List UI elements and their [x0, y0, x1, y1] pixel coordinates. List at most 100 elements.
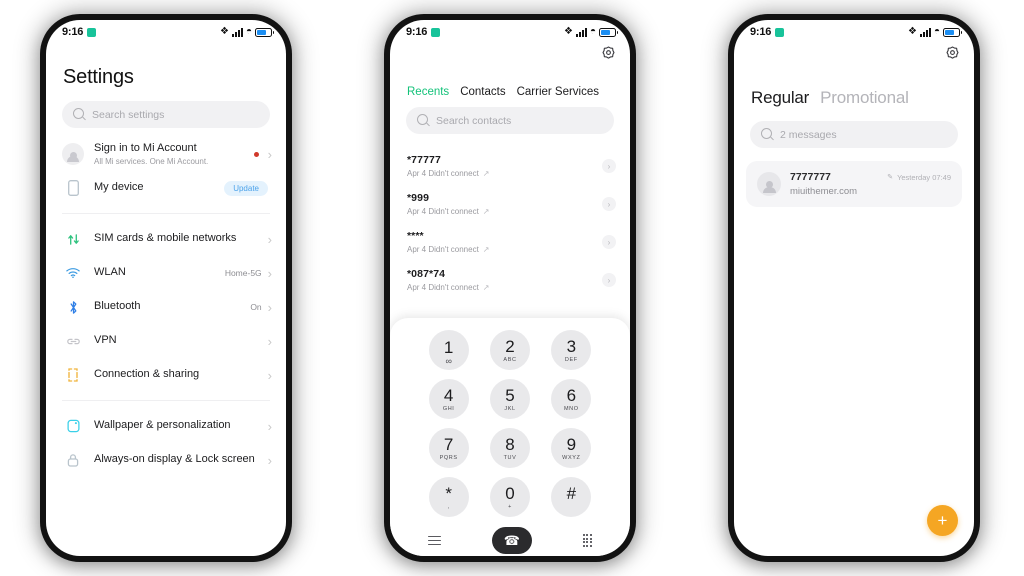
mi-account-text: Sign in to Mi Account All Mi services. O… [94, 142, 254, 166]
sidebar-item-bluetooth[interactable]: Bluetooth On › [46, 290, 286, 324]
wifi-icon [62, 267, 84, 279]
key-sublabel: + [508, 503, 512, 510]
call-meta: Apr 4 Didn't connect [407, 207, 479, 216]
call-details-button[interactable]: › [602, 273, 616, 287]
mi-account-sub: All Mi services. One Mi Account. [94, 156, 209, 166]
dialpad-key-0[interactable]: 0 + [489, 477, 530, 517]
call-details-button[interactable]: › [602, 197, 616, 211]
key-digit: 6 [566, 385, 577, 405]
gear-icon[interactable] [945, 46, 960, 61]
call-number: **** [407, 230, 424, 242]
chevron-right-icon: › [267, 367, 272, 383]
tab-promotional[interactable]: Promotional [820, 88, 909, 108]
hamburger-menu-icon[interactable] [428, 535, 441, 546]
dialpad-key-7[interactable]: 7 PQRS [428, 428, 469, 468]
call-number: *77777 [407, 154, 441, 166]
thread-preview: miuithemer.com [790, 186, 858, 197]
call-log-row[interactable]: *77777 Apr 4 Didn't connect ↗ › [390, 147, 630, 185]
messages-screen: 9:16 ❖ ◓ Regular Promotional 2 messages … [734, 20, 974, 556]
phone-settings: 9:16 ❖ ◓ Settings Search settings Sign i… [40, 14, 292, 562]
fab-label: + [937, 511, 948, 530]
update-badge[interactable]: Update [224, 180, 268, 196]
wallpaper-icon [62, 419, 84, 433]
list-item[interactable]: 7777777 ✎ Yesterday 07:49 miuithemer.com [746, 161, 962, 207]
battery-icon [599, 27, 618, 37]
dialpad-key-star[interactable]: *, [428, 477, 469, 517]
dialpad-key-6[interactable]: 6 MNO [551, 379, 592, 419]
call-log-row[interactable]: **** Apr 4 Didn't connect ↗ › [390, 223, 630, 261]
vpn-label: VPN [94, 334, 117, 347]
keypad-grid-icon[interactable] [582, 533, 592, 548]
key-sublabel: ABC [503, 356, 517, 363]
dialpad-key-2[interactable]: 2 ABC [489, 330, 530, 370]
sidebar-item-sim-cards[interactable]: SIM cards & mobile networks › [46, 222, 286, 256]
unread-dot-icon [253, 151, 259, 157]
search-placeholder: Search settings [92, 108, 165, 121]
outgoing-arrow-icon: ↗ [482, 283, 490, 292]
phone-outline-icon [67, 180, 79, 197]
key-digit: 1 [443, 337, 454, 357]
sim-swap-icon [62, 233, 84, 246]
dialpad-key-5[interactable]: 5 JKL [489, 379, 530, 419]
tab-recents[interactable]: Recents [407, 86, 449, 98]
device-icon [62, 180, 84, 197]
key-digit: 0 [505, 483, 515, 503]
dialpad-key-4[interactable]: 4 GHI [428, 379, 469, 419]
notification-chip-icon [87, 27, 97, 37]
dialpad-key-3[interactable]: 3 DEF [551, 330, 592, 370]
phone-call-icon[interactable]: ☎ [491, 527, 532, 554]
key-digit: 8 [505, 434, 515, 454]
status-time: 9:16 [406, 26, 428, 38]
search-messages-input[interactable]: 2 messages [750, 121, 958, 148]
dialpad-panel: 1 ∞ 2 ABC 3 DEF 4 GHI 5 JKL 6 MNO 7 PQRS 8 TUV 9… [390, 318, 630, 556]
sidebar-item-wlan[interactable]: WLAN Home-5G › [46, 256, 286, 290]
call-details-button[interactable]: › [602, 235, 616, 249]
wifi-icon: ◓ [245, 26, 252, 37]
settings-list: Sign in to Mi Account All Mi services. O… [46, 137, 286, 477]
call-meta: Apr 4 Didn't connect [407, 283, 479, 292]
thread-sender: 7777777 [790, 171, 831, 183]
battery-icon [943, 27, 962, 37]
key-digit: # [566, 483, 577, 503]
call-details-button[interactable]: › [602, 159, 616, 173]
phone-dialer: 9:16 ❖ ◓ Recents Contacts Carrier Servic… [384, 14, 636, 562]
tab-contacts[interactable]: Contacts [460, 86, 505, 98]
status-bar: 9:16 ❖ ◓ [390, 20, 630, 42]
call-log-row[interactable]: *999 Apr 4 Didn't connect ↗ › [390, 185, 630, 223]
thread-body: 7777777 ✎ Yesterday 07:49 miuithemer.com [790, 171, 951, 197]
dialpad-key-8[interactable]: 8 TUV [489, 428, 530, 468]
chevron-right-icon: › [267, 418, 272, 434]
recent-calls-list: *77777 Apr 4 Didn't connect ↗ › *999 Apr … [390, 147, 630, 299]
dialpad-key-9[interactable]: 9 WXYZ [551, 428, 592, 468]
dialpad-key-1[interactable]: 1 ∞ [428, 330, 469, 370]
dialpad-key-hash[interactable]: # [551, 477, 592, 517]
sidebar-item-connection-sharing[interactable]: Connection & sharing › [46, 358, 286, 392]
search-contacts-input[interactable]: Search contacts [406, 107, 614, 134]
list-divider-2 [62, 400, 270, 402]
key-digit: 5 [505, 385, 515, 405]
bluetooth-icon: ❖ [219, 26, 229, 37]
vpn-link-icon [62, 336, 84, 347]
sidebar-item-wallpaper[interactable]: Wallpaper & personalization › [46, 409, 286, 443]
outgoing-arrow-icon: ↗ [482, 207, 490, 216]
notification-chip-icon [431, 27, 441, 37]
wlan-label: WLAN [94, 266, 126, 279]
dialpad-bottom-nav: ☎ [390, 517, 630, 554]
add-message-icon[interactable]: + [927, 505, 958, 536]
status-bar: 9:16 ❖ ◓ [46, 20, 286, 42]
tab-carrier-services[interactable]: Carrier Services [517, 86, 599, 98]
key-digit: 9 [566, 434, 577, 454]
search-settings-input[interactable]: Search settings [62, 101, 270, 128]
tab-regular[interactable]: Regular [751, 88, 809, 108]
signal-bars-icon [575, 27, 587, 37]
sidebar-item-my-device[interactable]: My device Update [46, 171, 286, 205]
sidebar-item-mi-account[interactable]: Sign in to Mi Account All Mi services. O… [46, 137, 286, 171]
chevron-right-icon: › [267, 299, 272, 315]
call-log-row[interactable]: *087*74 Apr 4 Didn't connect ↗ › [390, 261, 630, 299]
key-digit: * [445, 483, 452, 503]
status-bar-left: 9:16 [62, 26, 97, 38]
sidebar-item-always-on-display[interactable]: Always-on display & Lock screen › [46, 443, 286, 477]
status-time: 9:16 [750, 26, 772, 38]
gear-icon[interactable] [601, 46, 616, 61]
sidebar-item-vpn[interactable]: VPN › [46, 324, 286, 358]
